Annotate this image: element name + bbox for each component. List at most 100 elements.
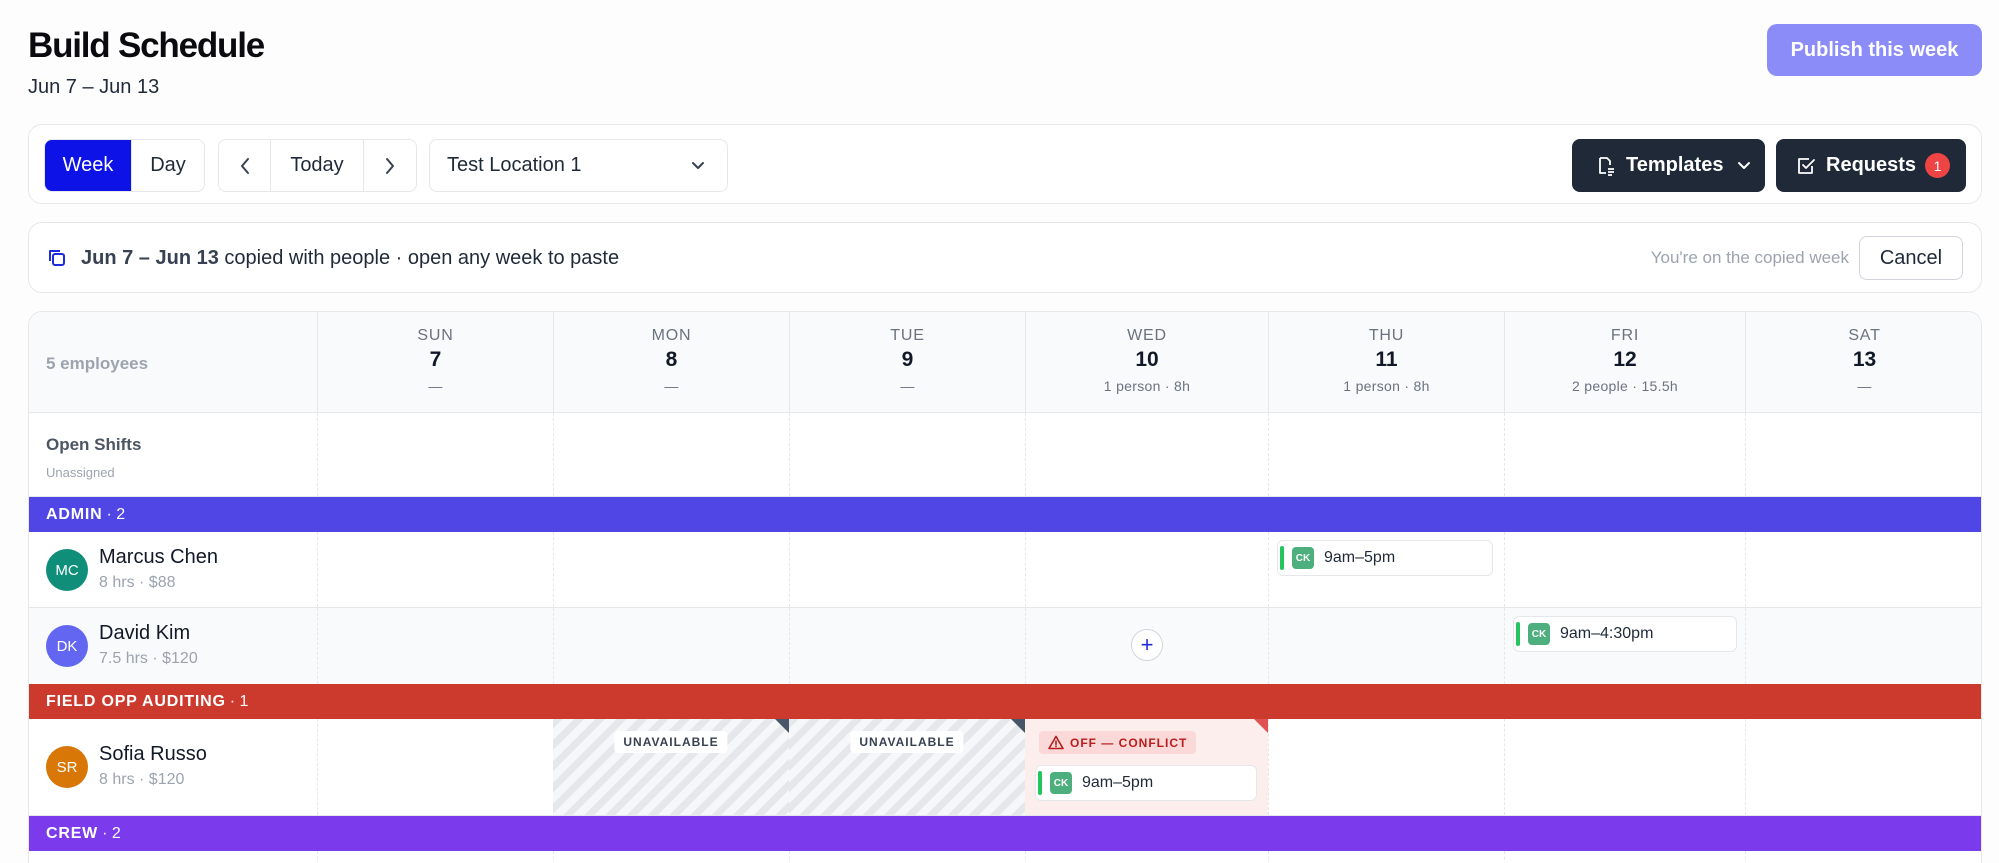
prev-week-button[interactable] [219, 140, 272, 191]
date-navigator: Today [218, 139, 417, 192]
chevron-left-icon [240, 157, 249, 174]
shift-cell[interactable] [1745, 608, 1981, 684]
corner-marker [1254, 719, 1268, 733]
shift-cell[interactable] [1504, 719, 1745, 815]
shift-cell[interactable] [1504, 851, 1745, 863]
employee-meta: 8 hrs · $88 [99, 574, 176, 591]
shift-cell[interactable] [1268, 851, 1504, 863]
employee-label[interactable]: SR Sofia Russo 8 hrs · $120 [29, 719, 317, 815]
shift-cell[interactable] [553, 532, 789, 607]
day-summary: 2 people · 15.5h [1572, 378, 1678, 394]
cancel-copy-button[interactable]: Cancel [1859, 236, 1963, 280]
day-name: FRI [1610, 327, 1640, 344]
day-name: SUN [417, 327, 454, 344]
check-square-icon [1798, 157, 1815, 174]
day-name: TUE [890, 327, 925, 344]
open-shift-cell[interactable] [1745, 413, 1981, 496]
schedule-grid: 5 employees SUN 7 — MON 8 — TUE 9 — WED 10 1 per… [28, 311, 1982, 863]
day-summary: — [664, 378, 679, 394]
shift-cell[interactable]: CK 9am–4:30pm [1504, 608, 1745, 684]
unavailable-cell[interactable]: UNAVAILABLE [789, 719, 1025, 815]
employee-row: MC Marcus Chen 8 hrs · $88 CK 9am–5pm [29, 532, 1981, 608]
group-name: CREW [46, 824, 99, 842]
shift-cell[interactable] [1745, 851, 1981, 863]
view-day-button[interactable]: Day [132, 140, 204, 191]
shift-cell[interactable] [317, 719, 553, 815]
shift-cell[interactable] [1745, 532, 1981, 607]
open-shift-cell[interactable] [317, 413, 553, 496]
shift-cell[interactable]: CK 9am–5pm [1268, 532, 1504, 607]
requests-count-badge: 1 [1925, 153, 1951, 178]
shift-cell[interactable] [1025, 532, 1268, 607]
shift-cell[interactable] [317, 608, 553, 684]
position-badge: CK [1528, 623, 1550, 645]
shift-cell[interactable] [553, 851, 789, 863]
corner-marker [1011, 719, 1025, 733]
open-shifts-title: Open Shifts [46, 435, 142, 454]
location-select[interactable]: Test Location 1 [429, 139, 728, 192]
group-band-field-opp-auditing: FIELD OPP AUDITING · 1 [29, 684, 1981, 719]
open-shift-cell[interactable] [789, 413, 1025, 496]
shift-time: 9am–5pm [1324, 549, 1396, 566]
copy-notice-bar: Jun 7 – Jun 13 copied with people · open… [28, 222, 1982, 293]
open-shift-cell[interactable] [553, 413, 789, 496]
group-band-admin: ADMIN · 2 [29, 497, 1981, 532]
shift-card[interactable]: CK 9am–5pm [1035, 765, 1257, 801]
employee-label[interactable]: MC Marcus Chen 8 hrs · $88 [29, 532, 317, 607]
employee-meta: 7.5 hrs · $120 [99, 650, 198, 667]
position-badge: CK [1292, 547, 1314, 569]
employee-row: DK David Kim 7.5 hrs · $120 + CK 9am–4:3… [29, 608, 1981, 684]
today-button[interactable]: Today [271, 140, 364, 191]
requests-button[interactable]: Requests 1 [1776, 139, 1966, 192]
open-shift-cell[interactable] [1504, 413, 1745, 496]
day-summary: — [428, 378, 443, 394]
shift-cell[interactable] [789, 608, 1025, 684]
page-title: Build Schedule [28, 26, 265, 65]
employee-count: 5 employees [46, 354, 149, 373]
day-number: 13 [1852, 348, 1877, 371]
shift-card[interactable]: CK 9am–5pm [1277, 540, 1493, 576]
day-summary: 1 person · 8h [1343, 378, 1430, 394]
group-name: FIELD OPP AUDITING [46, 692, 226, 710]
shift-status-bar [1038, 771, 1042, 795]
open-shift-cell[interactable] [1025, 413, 1268, 496]
open-shift-cell[interactable] [1268, 413, 1504, 496]
day-header-row: 5 employees SUN 7 — MON 8 — TUE 9 — WED 10 1 per… [29, 312, 1981, 413]
chevron-down-icon [1738, 161, 1751, 169]
shift-cell[interactable]: + [1025, 608, 1268, 684]
chevron-right-icon [385, 157, 394, 174]
group-count: · 2 [106, 505, 126, 523]
shift-cell[interactable] [789, 532, 1025, 607]
avatar: MC [46, 549, 88, 591]
shift-cell[interactable] [1025, 851, 1268, 863]
templates-button[interactable]: Templates [1572, 139, 1765, 192]
shift-cell[interactable] [1504, 532, 1745, 607]
shift-cell[interactable] [317, 851, 553, 863]
week-range: Jun 7 – Jun 13 [28, 76, 160, 98]
day-summary: 1 person · 8h [1103, 378, 1191, 394]
shift-cell[interactable] [317, 532, 553, 607]
shift-card[interactable]: CK 9am–4:30pm [1513, 616, 1737, 652]
view-week-button[interactable]: Week [45, 140, 132, 191]
publish-week-button[interactable]: Publish this week [1767, 24, 1982, 76]
open-shifts-label: Open Shifts Unassigned [29, 413, 317, 496]
shift-cell[interactable] [1268, 608, 1504, 684]
next-week-button[interactable] [364, 140, 416, 191]
copy-notice-text: Jun 7 – Jun 13 copied with people · open… [81, 247, 619, 270]
position-badge: CK [1050, 772, 1072, 794]
employee-row [29, 851, 1981, 863]
conflict-cell[interactable]: OFF — CONFLICT CK 9am–5pm [1025, 719, 1268, 815]
day-header-sun: SUN 7 — [317, 312, 553, 412]
add-shift-button[interactable]: + [1131, 629, 1163, 661]
open-shifts-subtitle: Unassigned [46, 465, 115, 480]
open-shifts-row: Open Shifts Unassigned [29, 413, 1981, 497]
day-number: 8 [665, 348, 678, 371]
copy-notice-hint: You're on the copied week [1650, 248, 1849, 267]
shift-cell[interactable] [789, 851, 1025, 863]
employee-label[interactable]: DK David Kim 7.5 hrs · $120 [29, 608, 317, 684]
shift-cell[interactable] [1745, 719, 1981, 815]
shift-cell[interactable] [1268, 719, 1504, 815]
day-header-thu: THU 11 1 person · 8h [1268, 312, 1504, 412]
unavailable-cell[interactable]: UNAVAILABLE [553, 719, 789, 815]
shift-cell[interactable] [553, 608, 789, 684]
